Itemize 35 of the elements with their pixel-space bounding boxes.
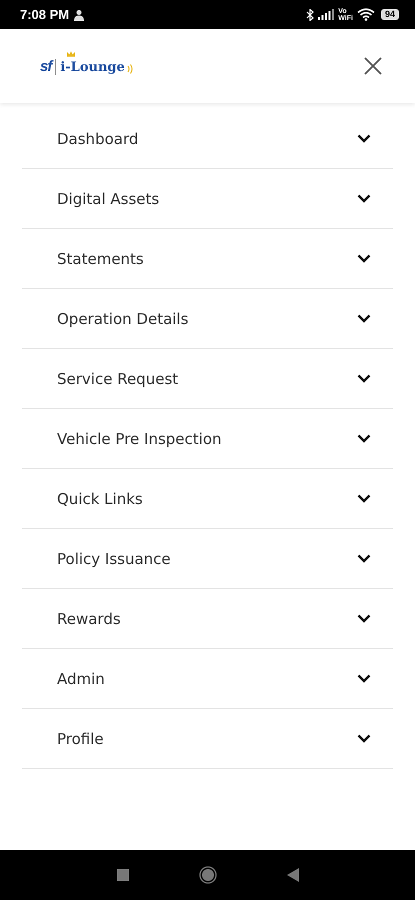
menu-item-label: Profile xyxy=(57,730,104,748)
signal-icon xyxy=(318,9,334,20)
menu-item[interactable]: Rewards xyxy=(22,589,393,649)
menu-item[interactable]: Quick Links xyxy=(22,469,393,529)
logo-text: i-Lounge xyxy=(60,60,125,74)
menu-item-label: Service Request xyxy=(57,370,178,388)
wifi-icon xyxy=(356,8,375,21)
bluetooth-icon xyxy=(306,8,314,20)
menu-item[interactable]: Dashboard xyxy=(22,109,393,169)
menu-item[interactable]: Admin xyxy=(22,649,393,709)
crown-icon xyxy=(67,50,75,56)
menu-item-label: Vehicle Pre Inspection xyxy=(57,430,222,448)
menu-item-label: Admin xyxy=(57,670,105,688)
menu-item[interactable]: Vehicle Pre Inspection xyxy=(22,409,393,469)
menu-item[interactable]: Statements xyxy=(22,229,393,289)
back-button[interactable] xyxy=(286,868,298,882)
menu-item[interactable]: Digital Assets xyxy=(22,169,393,229)
menu-item-label: Policy Issuance xyxy=(57,550,171,568)
sound-waves-icon xyxy=(126,62,134,74)
menu-item[interactable]: Service Request xyxy=(22,349,393,409)
menu-item-label: Operation Details xyxy=(57,310,188,328)
status-time: 7:08 PM xyxy=(20,7,70,22)
menu-item-label: Quick Links xyxy=(57,490,143,508)
menu-item-label: Dashboard xyxy=(57,130,138,148)
logo-mark: sf xyxy=(40,58,52,74)
menu-item-label: Statements xyxy=(57,250,144,268)
menu-item[interactable]: Profile xyxy=(22,709,393,769)
menu-item[interactable]: Operation Details xyxy=(22,289,393,349)
home-button[interactable] xyxy=(198,866,216,884)
battery-indicator: 94 xyxy=(380,9,399,20)
recents-button[interactable] xyxy=(116,869,128,881)
menu-item-label: Rewards xyxy=(57,610,121,628)
person-icon xyxy=(73,8,86,20)
menu-item[interactable]: Policy Issuance xyxy=(22,529,393,589)
menu-item-label: Digital Assets xyxy=(57,190,160,208)
